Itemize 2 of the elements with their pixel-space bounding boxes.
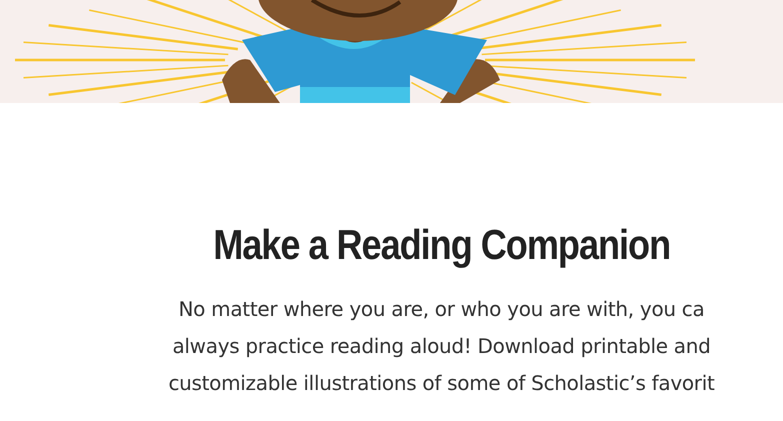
page-heading: Make a Reading Companion: [213, 221, 670, 269]
intro-paragraph: No matter where you are, or who you are with, you ca always practice reading aloud! Download printable and customizable illustrations of some of Scholastic’s favorit: [168, 296, 715, 397]
